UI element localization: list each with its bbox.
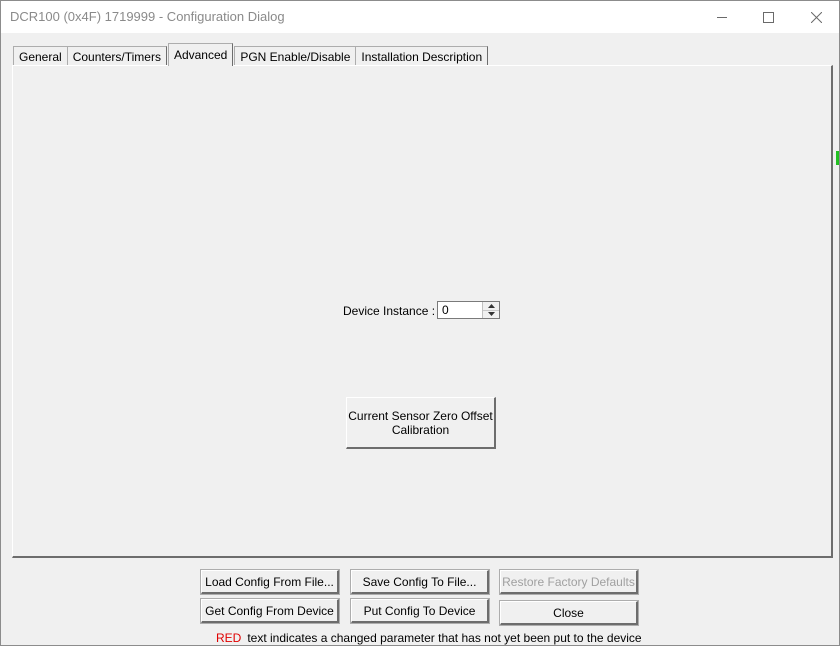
- configuration-dialog: DCR100 (0x4F) 1719999 - Configuration Di…: [0, 0, 840, 646]
- close-button[interactable]: [793, 1, 839, 33]
- spinner-buttons: [482, 302, 499, 318]
- tab-advanced[interactable]: Advanced: [167, 43, 234, 66]
- edge-indicator: [836, 151, 839, 165]
- minimize-icon: [716, 16, 727, 18]
- title-bar[interactable]: DCR100 (0x4F) 1719999 - Configuration Di…: [1, 1, 839, 33]
- save-config-button[interactable]: Save Config To File...: [351, 570, 489, 594]
- changed-parameter-note: RED text indicates a changed parameter th…: [216, 631, 642, 645]
- close-dialog-label: Close: [553, 605, 584, 620]
- close-icon: [810, 11, 822, 23]
- put-config-label: Put Config To Device: [363, 603, 476, 618]
- get-config-label: Get Config From Device: [205, 603, 334, 618]
- load-config-button[interactable]: Load Config From File...: [201, 570, 339, 594]
- tab-label: General: [19, 49, 62, 64]
- tab-label: PGN Enable/Disable: [240, 49, 351, 64]
- arrow-down-icon: [487, 312, 495, 317]
- minimize-button[interactable]: [699, 1, 745, 33]
- advanced-tab-panel: Device Instance : Current Sensor Zero Of…: [12, 65, 833, 558]
- arrow-up-icon: [487, 303, 495, 308]
- tab-label: Counters/Timers: [72, 49, 161, 64]
- tab-counters-timers[interactable]: Counters/Timers: [66, 46, 167, 66]
- maximize-button[interactable]: [745, 1, 791, 33]
- tab-pgn-enable-disable[interactable]: PGN Enable/Disable: [234, 46, 357, 66]
- restore-defaults-button[interactable]: Restore Factory Defaults: [500, 570, 638, 594]
- tab-label: Advanced: [173, 48, 228, 62]
- close-dialog-button[interactable]: Close: [500, 601, 638, 625]
- device-instance-spinner[interactable]: [437, 301, 500, 319]
- current-sensor-calibration-button[interactable]: Current Sensor Zero Offset Calibration: [346, 397, 496, 449]
- maximize-icon: [762, 11, 774, 23]
- calibration-button-line1: Current Sensor Zero Offset: [348, 408, 493, 423]
- calibration-button-line2: Calibration: [391, 422, 450, 437]
- spin-up-button[interactable]: [483, 302, 499, 311]
- tab-strip: General Counters/Timers Advanced PGN Ena…: [13, 43, 489, 66]
- restore-defaults-label: Restore Factory Defaults: [502, 574, 635, 589]
- save-config-label: Save Config To File...: [362, 574, 477, 589]
- get-config-button[interactable]: Get Config From Device: [201, 599, 339, 623]
- tab-installation-description[interactable]: Installation Description: [355, 46, 489, 66]
- red-keyword: RED: [216, 631, 242, 645]
- device-instance-label: Device Instance :: [343, 304, 436, 318]
- device-instance-input[interactable]: [438, 302, 482, 318]
- window-title: DCR100 (0x4F) 1719999 - Configuration Di…: [10, 9, 285, 24]
- put-config-button[interactable]: Put Config To Device: [351, 599, 489, 623]
- note-text: text indicates a changed parameter that …: [247, 631, 642, 645]
- tab-label: Installation Description: [361, 49, 483, 64]
- tab-general[interactable]: General: [13, 46, 68, 66]
- load-config-label: Load Config From File...: [205, 574, 334, 589]
- spin-down-button[interactable]: [483, 310, 499, 318]
